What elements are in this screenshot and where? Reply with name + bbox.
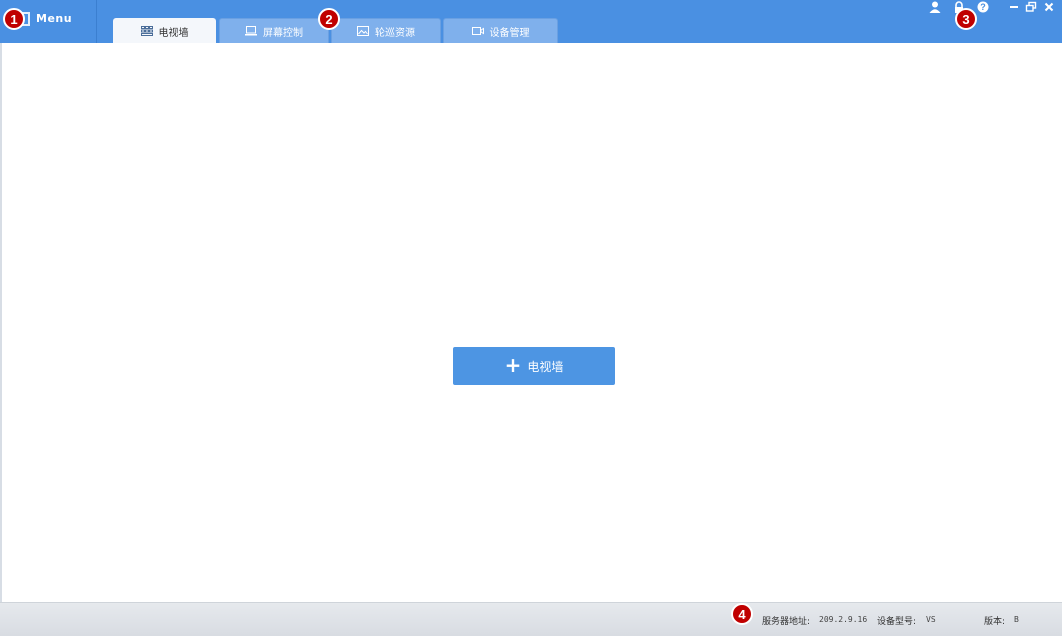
- callout-badge-2: 2: [318, 8, 340, 30]
- tab-label: 电视墙: [158, 27, 189, 39]
- add-video-wall-button[interactable]: + 电视墙: [453, 347, 615, 385]
- tab-video-wall[interactable]: 电视墙: [113, 18, 216, 43]
- version-label: 版本:: [984, 617, 1006, 627]
- tab-device-management[interactable]: 设备管理: [443, 18, 558, 43]
- camera-icon: [471, 27, 484, 35]
- device-model-label: 设备型号:: [877, 617, 917, 627]
- version-value: B: [1014, 615, 1019, 624]
- callout-badge-3: 3: [955, 8, 977, 30]
- callout-badge-1: 1: [3, 8, 25, 30]
- callout-badge-4: 4: [731, 603, 753, 625]
- image-icon: [357, 26, 369, 36]
- tab-label: 屏幕控制: [263, 27, 303, 39]
- tab-label: 设备管理: [489, 27, 530, 39]
- plus-icon: +: [504, 353, 522, 377]
- monitor-icon: [245, 26, 257, 36]
- minimize-icon[interactable]: [1008, 1, 1020, 13]
- close-icon[interactable]: [1043, 1, 1055, 13]
- tab-tour-resources[interactable]: 轮巡资源: [331, 18, 441, 43]
- title-bar: Menu 电视墙 屏幕控制 轮巡资源 设备管理 ?: [0, 0, 1062, 43]
- grid-icon: [140, 26, 153, 36]
- video-wall-canvas: + 电视墙: [0, 43, 1062, 602]
- user-icon[interactable]: [929, 1, 941, 13]
- help-icon[interactable]: ?: [977, 1, 989, 13]
- svg-text:?: ?: [980, 2, 986, 12]
- tab-screen-control[interactable]: 屏幕控制: [219, 18, 329, 43]
- server-address-label: 服务器地址:: [762, 617, 811, 627]
- status-bar: 服务器地址: 209.2.9.16 设备型号: VS 版本: B: [0, 602, 1062, 636]
- tab-label: 轮巡资源: [375, 27, 415, 39]
- menu-label: Menu: [36, 12, 73, 25]
- restore-icon[interactable]: [1025, 1, 1037, 13]
- device-model-value: VS: [926, 615, 936, 624]
- server-address-value: 209.2.9.16: [819, 615, 868, 624]
- add-video-wall-label: 电视墙: [527, 359, 564, 374]
